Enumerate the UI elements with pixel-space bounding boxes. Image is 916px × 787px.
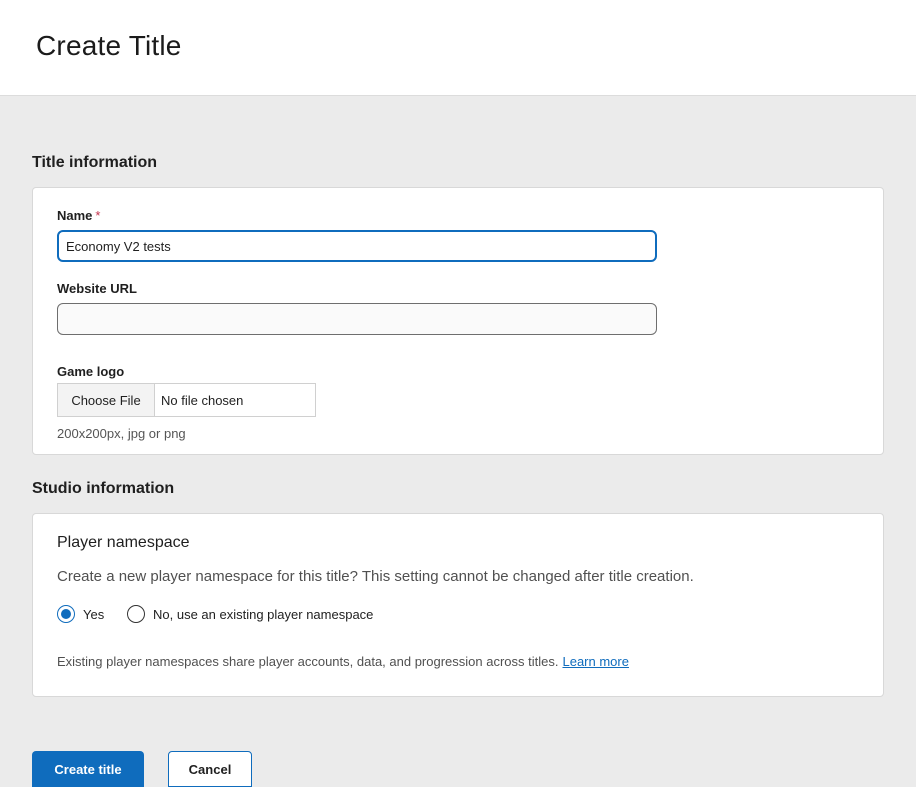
player-namespace-heading: Player namespace [57,534,190,551]
radio-selected-dot [61,609,71,619]
radio-option-existing-namespace[interactable]: No, use an existing player namespace [127,605,373,623]
studio-information-heading: Studio information [32,480,175,497]
game-logo-file-input[interactable]: Choose File No file chosen [57,383,316,417]
create-title-button[interactable]: Create title [32,751,144,787]
title-information-card: Name* Website URL Game logo Choose File … [32,187,884,455]
cancel-button[interactable]: Cancel [168,751,252,787]
radio-option-yes[interactable]: Yes [57,605,104,623]
radio-button-existing-namespace[interactable] [127,605,145,623]
radio-label-existing-namespace: No, use an existing player namespace [153,606,374,622]
file-status-text: No file chosen [161,392,244,408]
website-url-label: Website URL [57,281,137,296]
choose-file-button[interactable]: Choose File [58,384,155,416]
website-url-input[interactable] [57,303,657,335]
name-label: Name * [57,208,100,223]
footnote-text: Existing player namespaces share player … [57,654,559,669]
game-logo-label: Game logo [57,364,125,379]
required-marker: * [95,208,101,223]
radio-label-yes: Yes [83,606,105,622]
studio-information-card: Player namespace Create a new player nam… [32,513,884,697]
learn-more-link[interactable]: Learn more [562,654,628,669]
page-title: Create Title [36,30,182,61]
game-logo-hint: 200x200px, jpg or png [57,426,186,441]
page-header: Create Title [0,0,916,96]
name-input[interactable] [57,230,657,262]
player-namespace-footnote: Existing player namespaces share player … [57,654,629,669]
name-label-text: Name [57,208,93,223]
title-information-heading: Title information [32,154,158,171]
player-namespace-question: Create a new player namespace for this t… [57,568,694,585]
radio-button-yes[interactable] [57,605,75,623]
